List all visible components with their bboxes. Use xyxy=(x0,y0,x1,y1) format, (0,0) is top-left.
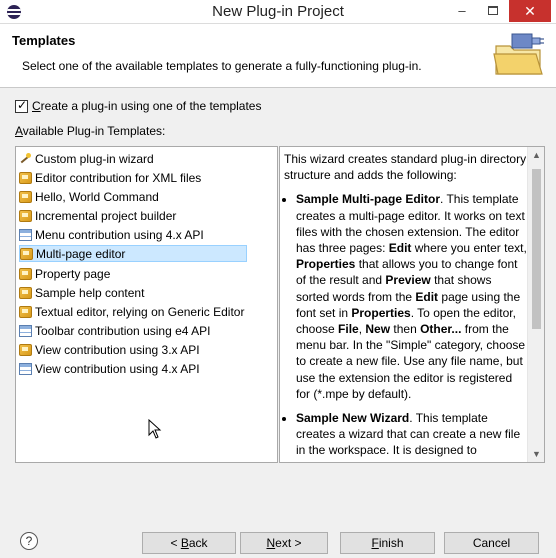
plugin-icon xyxy=(19,305,32,318)
list-item-sample-help-content[interactable]: Sample help content xyxy=(19,284,247,301)
scrollbar-thumb[interactable] xyxy=(532,169,541,329)
list-item-custom-plugin-wizard[interactable]: Custom plug-in wizard xyxy=(19,150,247,167)
available-templates-label: Available Plug-in Templates: xyxy=(15,124,166,138)
plugin-icon xyxy=(19,190,32,203)
create-from-template-checkbox[interactable]: Create a plug-in using one of the templa… xyxy=(15,98,262,113)
list-item-hello-world-command[interactable]: Hello, World Command xyxy=(19,188,247,205)
page-title: Templates xyxy=(12,33,76,48)
list-item-editor-contribution-xml[interactable]: Editor contribution for XML files xyxy=(19,169,247,186)
table-icon xyxy=(19,362,32,375)
page-description: Select one of the available templates to… xyxy=(22,59,422,73)
list-item-incremental-project-builder[interactable]: Incremental project builder xyxy=(19,207,247,224)
template-description-pane[interactable]: This wizard creates standard plug-in dir… xyxy=(279,146,545,463)
plugin-icon xyxy=(19,171,32,184)
checkbox-box[interactable] xyxy=(15,98,28,113)
checkbox-label: Create a plug-in using one of the templa… xyxy=(32,99,262,113)
maximize-button[interactable] xyxy=(478,0,508,22)
plugin-icon xyxy=(20,247,33,260)
mouse-pointer-icon xyxy=(148,419,162,439)
list-item-menu-contribution-4x[interactable]: Menu contribution using 4.x API xyxy=(19,226,247,243)
list-item-toolbar-contribution-e4[interactable]: Toolbar contribution using e4 API xyxy=(19,322,247,339)
description-item-new-wizard: Sample New Wizard. This template creates… xyxy=(296,410,527,462)
help-button[interactable]: ? xyxy=(20,532,38,550)
scroll-up-icon[interactable]: ▲ xyxy=(528,147,544,163)
title-bar: New Plug-in Project – ✕ xyxy=(0,0,556,24)
list-item-multi-page-editor[interactable]: Multi-page editor xyxy=(19,245,247,262)
list-item-property-page[interactable]: Property page xyxy=(19,265,247,282)
table-icon xyxy=(19,228,32,241)
next-button[interactable]: Next > xyxy=(240,532,328,554)
close-button[interactable]: ✕ xyxy=(509,0,551,22)
minimize-button[interactable]: – xyxy=(447,0,477,22)
plugin-icon xyxy=(19,343,32,356)
list-item-view-contribution-3x[interactable]: View contribution using 3.x API xyxy=(19,341,247,358)
list-item-textual-editor[interactable]: Textual editor, relying on Generic Edito… xyxy=(19,303,247,320)
description-list: Sample Multi-page Editor. This template … xyxy=(284,191,527,462)
finish-button[interactable]: Finish xyxy=(340,532,435,554)
plugin-icon xyxy=(19,267,32,280)
dialog-window: New Plug-in Project – ✕ Templates Select… xyxy=(0,0,556,558)
scroll-down-icon[interactable]: ▼ xyxy=(528,446,544,462)
wizard-header: Templates Select one of the available te… xyxy=(0,24,556,88)
maximize-icon xyxy=(488,6,498,15)
cancel-button[interactable]: Cancel xyxy=(444,532,539,554)
wand-icon xyxy=(19,152,32,165)
wizard-banner-icon xyxy=(493,33,544,75)
plugin-icon xyxy=(19,209,32,222)
description-intro: This wizard creates standard plug-in dir… xyxy=(284,152,527,183)
description-text: This wizard creates standard plug-in dir… xyxy=(284,151,527,462)
description-item-multipage: Sample Multi-page Editor. This template … xyxy=(296,191,527,402)
table-icon xyxy=(19,324,32,337)
list-item-view-contribution-4x[interactable]: View contribution using 4.x API xyxy=(19,360,247,377)
plugin-icon xyxy=(19,286,32,299)
back-button[interactable]: < Back xyxy=(142,532,236,554)
description-scrollbar[interactable]: ▲ ▼ xyxy=(527,147,544,462)
template-list[interactable]: Custom plug-in wizard Editor contributio… xyxy=(15,146,278,463)
